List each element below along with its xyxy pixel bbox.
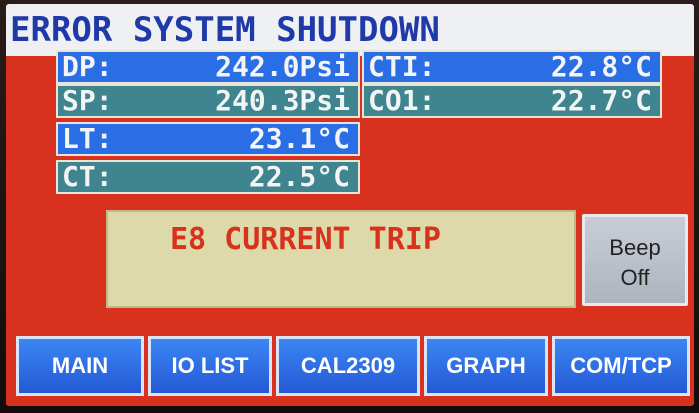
reading-lt: LT: 23.1°C: [56, 122, 360, 156]
reading-sp-label: SP:: [62, 84, 113, 117]
alarm-message-box: E8 CURRENT TRIP: [106, 210, 576, 308]
reading-lt-label: LT:: [62, 122, 113, 155]
reading-sp-value: 240.3Psi: [215, 84, 350, 117]
reading-dp-label: DP:: [62, 50, 113, 83]
beep-button-line1: Beep: [609, 235, 661, 260]
reading-cti: CTI: 22.8°C: [362, 50, 662, 84]
reading-dp-value: 242.0Psi: [215, 50, 350, 83]
beep-off-button[interactable]: Beep Off: [582, 214, 688, 306]
page-title: ERROR SYSTEM SHUTDOWN: [6, 4, 694, 56]
nav-main-button[interactable]: MAIN: [16, 336, 144, 396]
nav-cal2309-button[interactable]: CAL2309: [276, 336, 420, 396]
reading-ct-value: 22.5°C: [248, 160, 350, 193]
reading-ct-label: CT:: [62, 160, 113, 193]
reading-co1: CO1: 22.7°C: [362, 84, 662, 118]
reading-cti-label: CTI:: [368, 50, 436, 83]
nav-io-list-button[interactable]: IO LIST: [148, 336, 272, 396]
nav-com-tcp-button[interactable]: COM/TCP: [552, 336, 690, 396]
reading-co1-value: 22.7°C: [550, 84, 652, 117]
beep-button-line2: Off: [620, 265, 650, 290]
hmi-screen: ERROR SYSTEM SHUTDOWN DP: 242.0Psi CTI: …: [6, 4, 694, 406]
alarm-message: E8 CURRENT TRIP: [170, 222, 441, 257]
reading-ct: CT: 22.5°C: [56, 160, 360, 194]
reading-cti-value: 22.8°C: [550, 50, 652, 83]
reading-sp: SP: 240.3Psi: [56, 84, 360, 118]
reading-dp: DP: 242.0Psi: [56, 50, 360, 84]
reading-lt-value: 23.1°C: [248, 122, 350, 155]
reading-co1-label: CO1:: [368, 84, 436, 117]
nav-graph-button[interactable]: GRAPH: [424, 336, 548, 396]
